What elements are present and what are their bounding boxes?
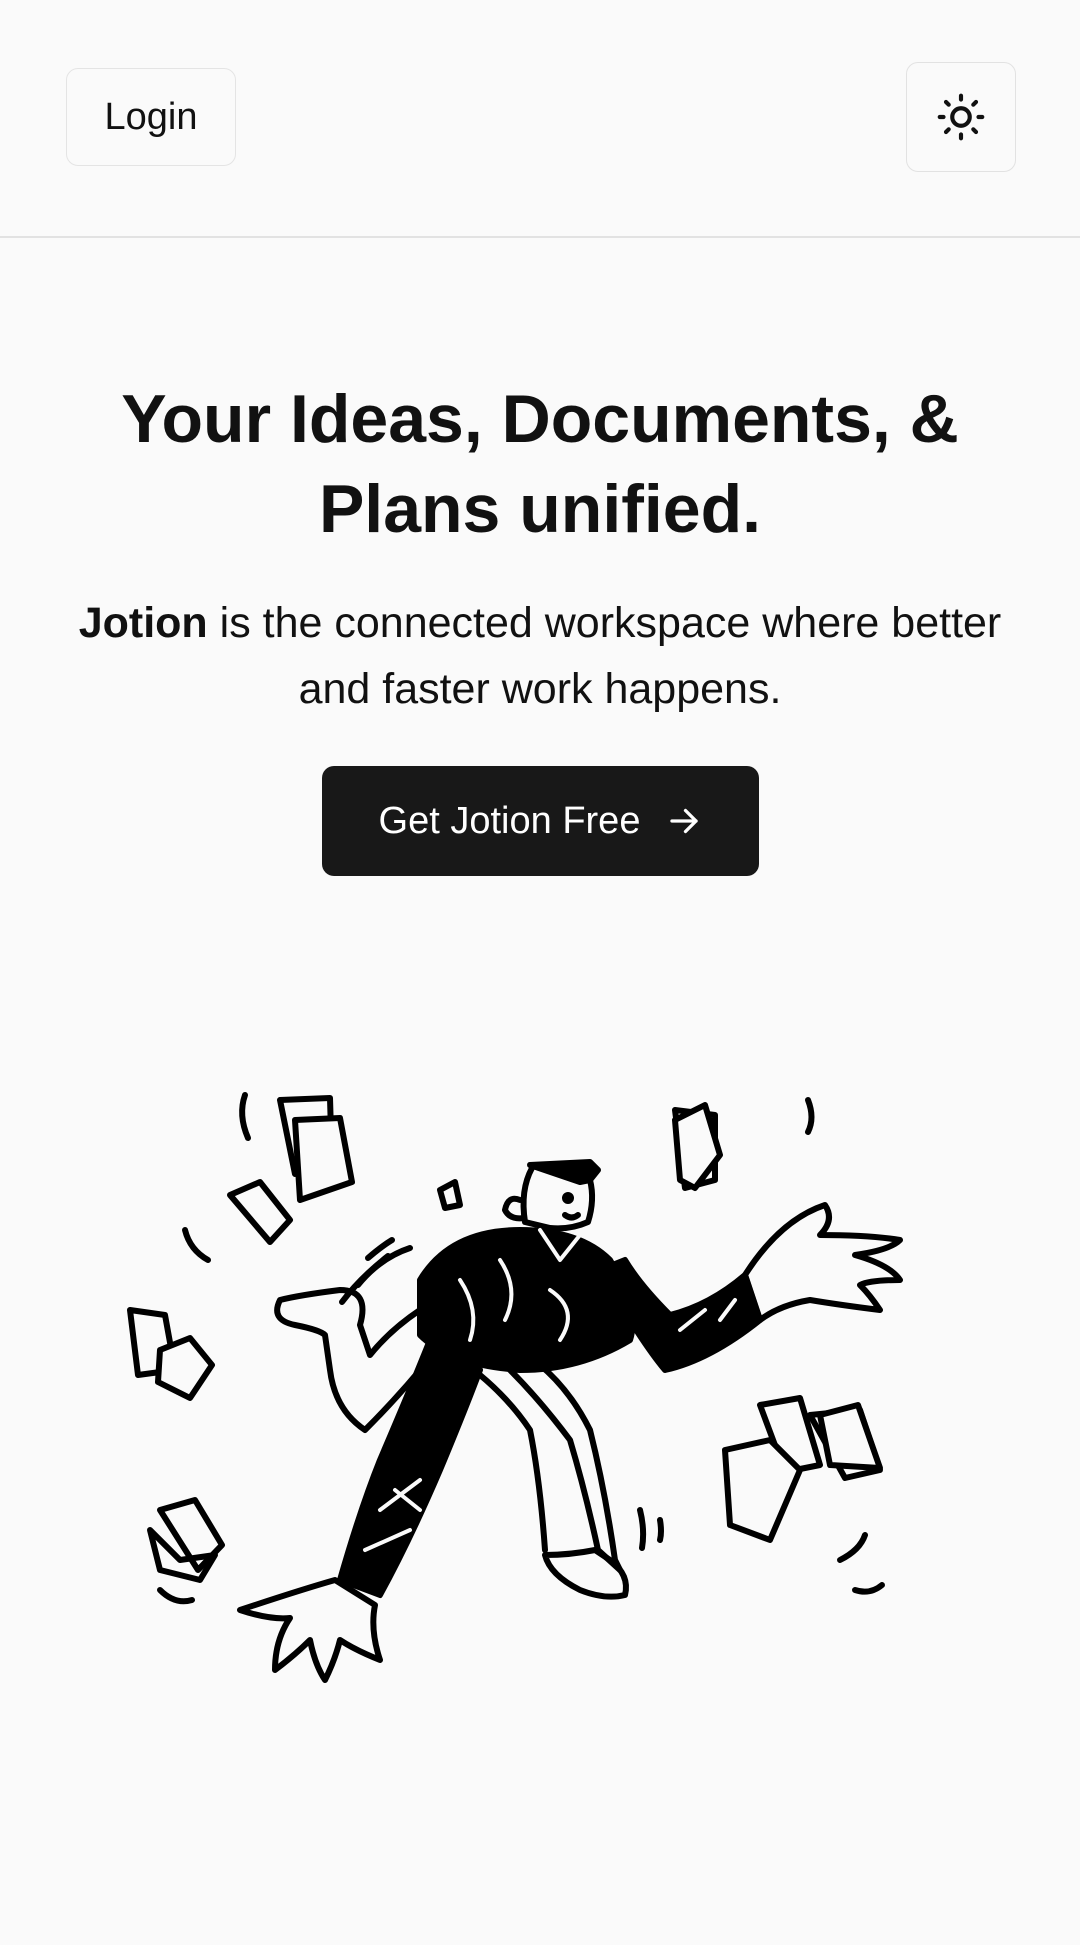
subline-text: is the connected workspace where better …: [207, 599, 1002, 713]
theme-toggle-button[interactable]: [906, 62, 1016, 172]
sun-icon: [937, 93, 985, 141]
hero-headline: Your Ideas, Documents, & Plans unified.: [121, 381, 959, 547]
hero-subline: Jotion is the connected workspace where …: [60, 590, 1020, 722]
cta-label: Get Jotion Free: [378, 799, 641, 842]
get-started-button[interactable]: Get Jotion Free: [322, 766, 759, 876]
login-button[interactable]: Login: [66, 68, 236, 166]
brand-name: Jotion: [78, 599, 208, 647]
arrow-right-icon: [666, 803, 702, 839]
login-label: Login: [104, 95, 198, 138]
person-head: [502, 1159, 601, 1232]
navbar: Login: [0, 0, 1080, 238]
person-juggling-documents-illustration: [127, 1092, 903, 1683]
